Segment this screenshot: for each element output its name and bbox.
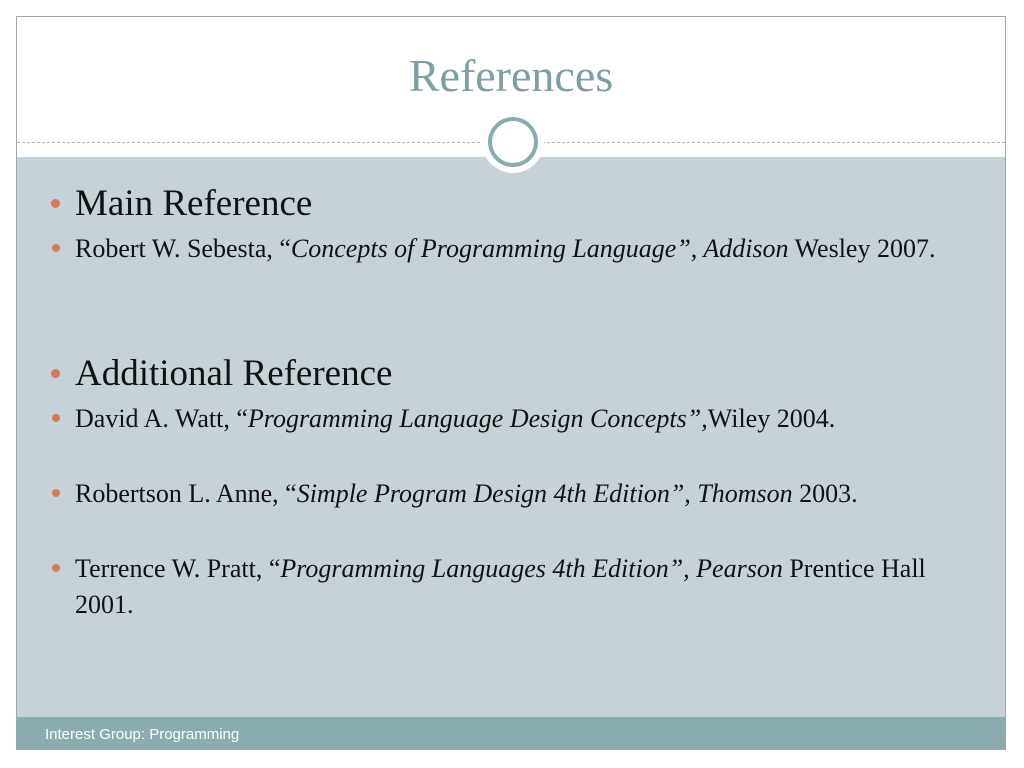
reference-author: David A. Watt, “ [75,404,248,433]
section-heading-main: Main Reference [51,183,955,224]
reference-publisher: Wesley 2007. [788,234,936,263]
slide: References Main Reference Robert W. Sebe… [16,16,1006,750]
slide-title: References [408,50,614,101]
bullet-icon [52,244,60,252]
bullet-icon [51,199,60,208]
reference-title: Simple Program Design 4th Edition”, Thom… [296,479,793,508]
bullet-icon [51,369,60,378]
reference-author: Terrence W. Pratt, “ [75,554,281,583]
bullet-icon [52,414,60,422]
reference-item: David A. Watt, “Programming Language Des… [52,401,955,437]
reference-publisher: Wiley 2004. [707,404,836,433]
circle-ornament-icon [482,111,544,173]
reference-author: Robertson L. Anne, “ [75,479,297,508]
bullet-icon [52,489,60,497]
bullet-icon [52,564,60,572]
section-heading-label: Main Reference [75,183,313,224]
footer-label: Interest Group: Programming [45,726,240,743]
section-heading-additional: Additional Reference [51,353,955,394]
reference-text: David A. Watt, “Programming Language Des… [75,401,955,437]
reference-publisher: 2003. [792,479,858,508]
reference-text: Terrence W. Pratt, “Programming Language… [75,551,955,623]
reference-item: Terrence W. Pratt, “Programming Language… [52,551,955,623]
reference-item: Robertson L. Anne, “Simple Program Desig… [52,476,955,512]
reference-title: Concepts of Programming Language”, Addis… [290,234,789,263]
section-heading-label: Additional Reference [75,353,393,394]
reference-title: Programming Language Design Concepts”, [247,404,708,433]
reference-text: Robertson L. Anne, “Simple Program Desig… [75,476,955,512]
reference-item: Robert W. Sebesta, “Concepts of Programm… [52,231,955,267]
reference-title: Programming Languages 4th Edition”, Pear… [280,554,783,583]
reference-text: Robert W. Sebesta, “Concepts of Programm… [75,231,955,267]
reference-author: Robert W. Sebesta, “ [75,234,291,263]
slide-footer: Interest Group: Programming [17,717,1005,749]
slide-body: Main Reference Robert W. Sebesta, “Conce… [17,157,1005,717]
